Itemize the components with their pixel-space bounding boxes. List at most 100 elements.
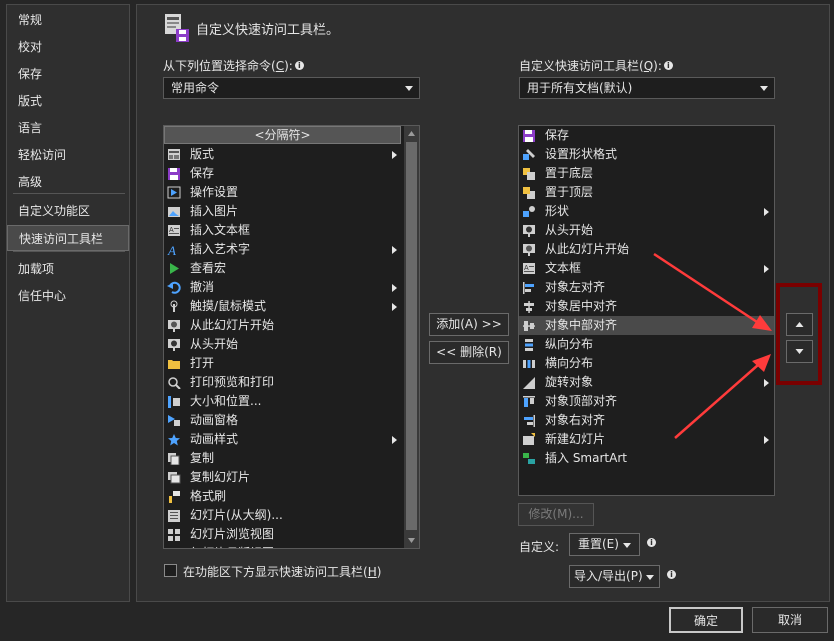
command-list-item[interactable]: 动画窗格 — [164, 411, 401, 430]
command-list-item[interactable]: 幻灯片(从大纲)... — [164, 506, 401, 525]
qat-list-item[interactable]: 新建幻灯片 — [519, 430, 774, 449]
nav-item-9[interactable]: 加载项 — [7, 256, 129, 282]
command-list-item[interactable]: A 插入艺术字 — [164, 240, 401, 259]
command-list-item[interactable]: 复制幻灯片 — [164, 468, 401, 487]
qat-list-item[interactable]: A 文本框 — [519, 259, 774, 278]
qat-item-label: 从头开始 — [545, 223, 594, 237]
command-list-item[interactable]: 动画样式 — [164, 430, 401, 449]
move-down-button[interactable] — [786, 340, 813, 363]
show-below-ribbon-checkbox[interactable] — [164, 564, 177, 577]
svg-text:A: A — [524, 265, 529, 272]
qat-list-item[interactable]: 从此幻灯片开始 — [519, 240, 774, 259]
align-center-icon — [522, 300, 536, 313]
qat-commands-listbox[interactable]: 保存设置形状格式置于底层置于顶层形状从头开始从此幻灯片开始 A 文本框 对象左对齐对象… — [518, 125, 775, 496]
separator-item[interactable]: <分隔符> — [164, 126, 401, 145]
qat-list-item[interactable]: 对象中部对齐 — [519, 316, 774, 335]
command-list-item[interactable]: 撤消 — [164, 278, 401, 297]
command-list-item[interactable]: 大小和位置... — [164, 392, 401, 411]
qat-item-label: 新建幻灯片 — [545, 432, 606, 446]
nav-item-4[interactable]: 语言 — [7, 115, 129, 141]
reset-dropdown[interactable]: 重置(E) — [569, 533, 640, 556]
cancel-button[interactable]: 取消 — [752, 607, 828, 633]
add-button[interactable]: 添加(A) >> — [429, 313, 509, 336]
align-right-icon — [522, 414, 536, 427]
submenu-arrow-icon — [764, 436, 769, 444]
remove-button[interactable]: << 删除(R) — [429, 341, 509, 364]
command-label: 从此幻灯片开始 — [190, 318, 275, 332]
nav-item-8[interactable]: 快速访问工具栏 — [7, 225, 129, 251]
scrollbar-thumb[interactable] — [406, 142, 417, 530]
command-list-item[interactable]: 从头开始 — [164, 335, 401, 354]
nav-item-0[interactable]: 常规 — [7, 7, 129, 33]
modify-button[interactable]: 修改(M)... — [518, 503, 594, 526]
import-export-dropdown[interactable]: 导入/导出(P) — [569, 565, 660, 588]
command-list-item[interactable]: 从此幻灯片开始 — [164, 316, 401, 335]
qat-list-item[interactable]: 旋转对象 — [519, 373, 774, 392]
qat-list-item[interactable]: 置于顶层 — [519, 183, 774, 202]
command-list-item[interactable]: 打印预览和打印 — [164, 373, 401, 392]
nav-item-5[interactable]: 轻松访问 — [7, 142, 129, 168]
choose-commands-select[interactable]: 常用命令 — [163, 77, 420, 99]
command-list-item[interactable]: 操作设置 — [164, 183, 401, 202]
customize-scope-select[interactable]: 用于所有文档(默认) — [519, 77, 775, 99]
qat-list-item[interactable]: 从头开始 — [519, 221, 774, 240]
textbox-icon: A — [167, 224, 181, 237]
qat-list-item[interactable]: 对象右对齐 — [519, 411, 774, 430]
qat-item-label: 纵向分布 — [545, 337, 594, 351]
command-list-item[interactable]: 版式 — [164, 145, 401, 164]
command-list-item[interactable]: 打开 — [164, 354, 401, 373]
submenu-arrow-icon — [392, 436, 397, 444]
align-left-icon — [522, 281, 536, 294]
slideshow-current-icon — [167, 319, 181, 332]
commands-listbox[interactable]: <分隔符> 版式 保存 操作设置 插入图片 A 插入文本框 A 插入艺术字 查看宏 撤消 触摸/鼠标… — [163, 125, 420, 549]
qat-list-item[interactable]: 置于底层 — [519, 164, 774, 183]
action-icon — [167, 186, 181, 199]
qat-list-item[interactable]: 纵向分布 — [519, 335, 774, 354]
move-up-button[interactable] — [786, 313, 813, 336]
qat-icon — [163, 12, 191, 42]
qat-list-item[interactable]: 横向分布 — [519, 354, 774, 373]
qat-list-item[interactable]: 对象左对齐 — [519, 278, 774, 297]
command-list-item[interactable]: A 插入文本框 — [164, 221, 401, 240]
nav-item-2[interactable]: 保存 — [7, 61, 129, 87]
qat-list-item[interactable]: 形状 — [519, 202, 774, 221]
qat-list-item[interactable]: 保存 — [519, 126, 774, 145]
nav-item-3[interactable]: 版式 — [7, 88, 129, 114]
qat-item-label: 对象居中对齐 — [545, 299, 618, 313]
command-label: 复制 — [190, 451, 215, 465]
picture-icon — [167, 205, 181, 218]
ok-button[interactable]: 确定 — [669, 607, 743, 633]
qat-list-item[interactable]: 插入 SmartArt — [519, 449, 774, 468]
send-back-icon — [522, 167, 536, 180]
command-list-item[interactable]: 插入图片 — [164, 202, 401, 221]
qat-item-label: 置于顶层 — [545, 185, 594, 199]
submenu-arrow-icon — [764, 265, 769, 273]
command-label: 插入文本框 — [190, 223, 251, 237]
qat-list-item[interactable]: 设置形状格式 — [519, 145, 774, 164]
qat-list-item[interactable]: 对象居中对齐 — [519, 297, 774, 316]
info-icon: i — [667, 570, 676, 579]
command-list-item[interactable]: 保存 — [164, 164, 401, 183]
command-list-item[interactable]: 触摸/鼠标模式 — [164, 297, 401, 316]
customize-label: 自定义: — [519, 540, 560, 554]
rotate-icon — [522, 376, 536, 389]
star-icon — [167, 433, 181, 446]
commands-scrollbar[interactable] — [404, 126, 419, 548]
qat-item-label: 对象顶部对齐 — [545, 394, 618, 408]
command-list-item[interactable]: 查看宏 — [164, 259, 401, 278]
nav-item-6[interactable]: 高级 — [7, 169, 129, 195]
command-list-item[interactable]: 格式刷 — [164, 487, 401, 506]
command-list-item[interactable]: 幻灯片母版视图 — [164, 544, 401, 548]
nav-item-7[interactable]: 自定义功能区 — [7, 198, 129, 224]
command-list-item[interactable]: 复制 — [164, 449, 401, 468]
outline-icon — [167, 509, 181, 522]
qat-item-label: 置于底层 — [545, 166, 594, 180]
command-list-item[interactable]: 幻灯片浏览视图 — [164, 525, 401, 544]
sorter-icon — [167, 528, 181, 541]
arrow-up-icon — [795, 322, 804, 327]
nav-item-10[interactable]: 信任中心 — [7, 283, 129, 309]
qat-item-label: 保存 — [545, 128, 570, 142]
nav-item-1[interactable]: 校对 — [7, 34, 129, 60]
qat-list-item[interactable]: 对象顶部对齐 — [519, 392, 774, 411]
textbox-icon: A — [522, 262, 536, 275]
